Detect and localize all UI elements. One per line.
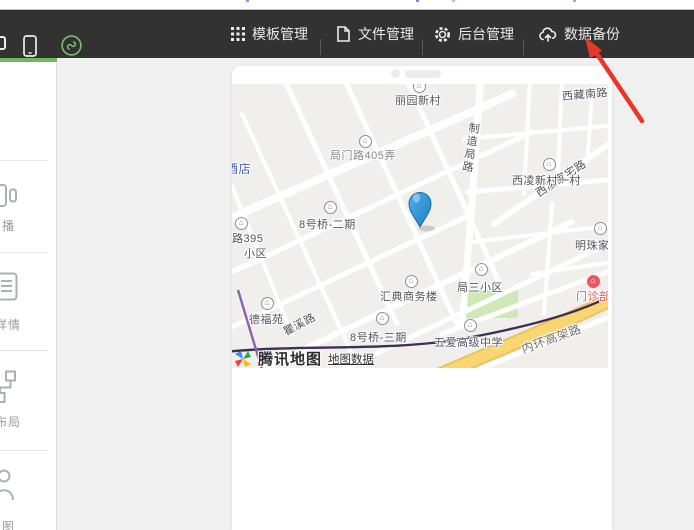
tencent-map-logo-icon xyxy=(234,350,252,368)
toolbar-separator xyxy=(422,39,423,55)
toolbar: 模板管理 文件管理 后台管理 xyxy=(0,10,694,58)
clinic-poi-icon: ⌂ xyxy=(587,275,600,288)
cloud-upload-icon xyxy=(538,26,558,43)
menu-label: 数据备份 xyxy=(564,24,620,44)
house-poi-icon: ⌂ xyxy=(594,222,607,235)
map-label: 丽园新村 xyxy=(395,92,441,108)
sidebar-item-label: 播 xyxy=(2,217,15,234)
gear-icon xyxy=(433,25,452,44)
speaker-pill xyxy=(405,70,441,78)
carousel-icon xyxy=(0,182,18,215)
monitor-icon-partial[interactable] xyxy=(0,36,8,56)
file-icon xyxy=(334,25,352,43)
house-poi-icon: ⌂ xyxy=(376,312,389,325)
toolbar-separator xyxy=(320,39,321,55)
phone-preview-panel: 丽园新村 西藏南路 制造局路 西凌家宅路 西凌新村一村 局门路405弄 酒店 8… xyxy=(232,66,612,530)
phone-icon[interactable] xyxy=(23,35,37,57)
house-poi-icon: ⌂ xyxy=(235,217,248,230)
menu-data-backup[interactable]: 数据备份 xyxy=(538,10,620,58)
map-canvas[interactable]: 丽园新村 西藏南路 制造局路 西凌家宅路 西凌新村一村 局门路405弄 酒店 8… xyxy=(232,84,608,368)
map-label: 酒店 xyxy=(232,160,251,177)
map-icon xyxy=(0,468,19,511)
map-label: 门诊部 xyxy=(576,288,608,304)
grid-icon xyxy=(231,27,246,42)
house-poi-icon: ⌂ xyxy=(359,135,372,148)
house-poi-icon: ⌂ xyxy=(475,263,488,276)
sidebar-item-label: 详情 xyxy=(0,316,21,333)
sidebar-item-label: 布局 xyxy=(0,413,21,430)
camera-dot xyxy=(391,69,400,78)
tencent-map-brand[interactable]: 腾讯地图 xyxy=(258,348,322,368)
layout-icon xyxy=(0,370,18,409)
house-poi-icon: ⌂ xyxy=(261,297,274,310)
sidebar-divider xyxy=(0,450,48,451)
sidebar: 播 详情 布局 xyxy=(0,62,57,530)
map-label: 局三小区 xyxy=(457,279,503,295)
app-root: 模板管理 文件管理 后台管理 xyxy=(0,0,694,530)
menu-file-manage[interactable]: 文件管理 xyxy=(334,10,414,58)
sidebar-divider xyxy=(0,350,48,351)
map-data-link[interactable]: 地图数据 xyxy=(328,351,374,367)
menu-label: 模板管理 xyxy=(252,24,308,44)
sidebar-divider xyxy=(0,160,48,161)
map-label: 8号桥-三期 xyxy=(350,329,407,345)
map-label: 汇典商务楼 xyxy=(380,288,438,304)
browser-top-artifacts xyxy=(0,0,694,10)
building-poi-icon: ⌂ xyxy=(405,275,418,288)
map-label: 德福苑 xyxy=(249,311,284,327)
map-attribution: 腾讯地图 地图数据 xyxy=(234,348,374,368)
school-poi-icon: ⌂ xyxy=(464,319,477,332)
menu-template-manage[interactable]: 模板管理 xyxy=(231,10,308,58)
map-label: 路395 xyxy=(232,230,263,246)
menu-label: 文件管理 xyxy=(358,24,414,44)
house-poi-icon: ⌂ xyxy=(543,158,556,171)
map-label: 8号桥-二期 xyxy=(299,216,356,232)
detail-icon xyxy=(0,272,19,306)
menu-label: 后台管理 xyxy=(458,24,514,44)
map-label: 明珠家 xyxy=(575,237,608,253)
house-poi-icon: ⌂ xyxy=(324,201,337,214)
toolbar-separator xyxy=(523,39,524,55)
menu-backend-manage[interactable]: 后台管理 xyxy=(433,10,514,58)
link-circle-icon[interactable] xyxy=(60,34,83,57)
map-label: 西凌新村一村 xyxy=(512,172,581,188)
sidebar-item-label: 图 xyxy=(2,518,15,530)
map-label: 五爱高级中学 xyxy=(434,334,503,350)
house-poi-icon: ⌂ xyxy=(413,84,426,93)
map-label: 小区 xyxy=(244,245,267,261)
map-label: 局门路405弄 xyxy=(330,147,396,163)
sidebar-divider xyxy=(0,252,48,253)
